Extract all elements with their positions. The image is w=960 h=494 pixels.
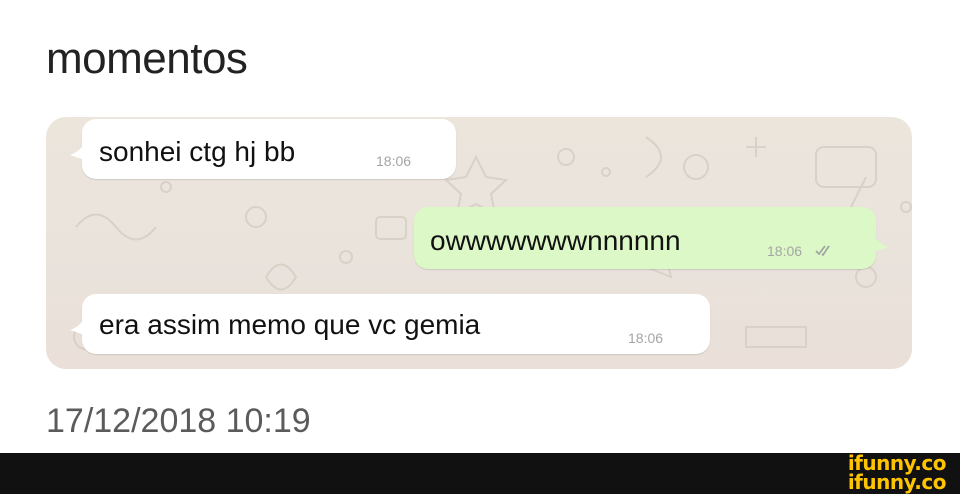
ifunny-watermark-logo: ifunny.co ifunny.co bbox=[847, 451, 947, 494]
bubble-tail bbox=[870, 229, 888, 253]
message-text: sonhei ctg hj bb bbox=[99, 136, 296, 167]
bubble-tail bbox=[70, 137, 88, 161]
message-text: owwwwwwwnnnnnn bbox=[430, 225, 681, 256]
bubble-tail bbox=[70, 312, 88, 336]
chat-screenshot: sonhei ctg hj bb 18:06 owwwwwwwnnnnnn 18… bbox=[46, 117, 912, 369]
message-bubble-incoming[interactable]: era assim memo que vc gemia 18:06 bbox=[70, 294, 710, 354]
post-date: 17/12/2018 10:19 bbox=[46, 402, 311, 440]
message-time: 18:06 bbox=[628, 330, 664, 346]
message-time: 18:06 bbox=[376, 153, 412, 169]
message-time: 18:06 bbox=[767, 243, 803, 259]
message-bubble-incoming[interactable]: sonhei ctg hj bb 18:06 bbox=[70, 119, 456, 179]
message-bubble-outgoing[interactable]: owwwwwwwnnnnnn 18:06 bbox=[414, 207, 888, 269]
post-title: momentos bbox=[46, 34, 248, 83]
footer-bar: ifunny.co ifunny.co bbox=[0, 453, 960, 494]
double-check-icon bbox=[815, 245, 830, 257]
message-text: era assim memo que vc gemia bbox=[99, 309, 481, 340]
